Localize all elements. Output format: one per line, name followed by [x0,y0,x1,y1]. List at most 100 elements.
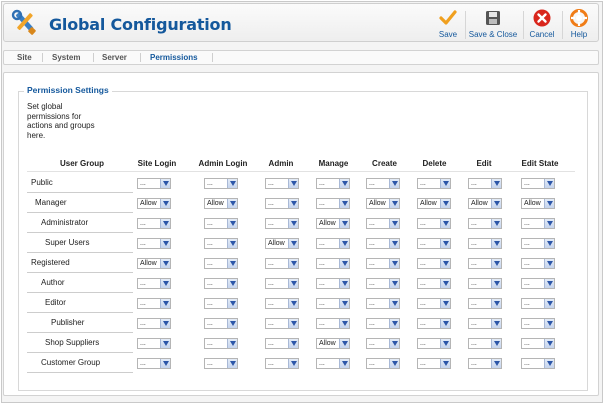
permission-select[interactable]: ... [204,238,238,249]
permission-select[interactable]: Allow [417,198,451,209]
permission-select[interactable]: ... [137,298,171,309]
permission-select[interactable]: ... [265,178,299,189]
permission-select[interactable]: ... [316,278,350,289]
tab-site[interactable]: Site [17,51,32,64]
permission-select[interactable]: ... [417,238,451,249]
permission-select[interactable]: ... [417,318,451,329]
permission-select[interactable]: ... [521,258,555,269]
permission-select[interactable]: Allow [316,338,350,349]
permission-select[interactable]: ... [417,298,451,309]
permission-select[interactable]: ... [521,338,555,349]
permission-select[interactable]: ... [521,218,555,229]
permission-select[interactable]: ... [521,298,555,309]
permission-select[interactable]: ... [265,218,299,229]
permission-select[interactable]: ... [366,258,400,269]
permission-select[interactable]: ... [468,258,502,269]
permission-select[interactable]: ... [417,358,451,369]
permission-select[interactable]: ... [521,358,555,369]
permission-select[interactable]: ... [468,238,502,249]
permission-select[interactable]: ... [316,238,350,249]
permission-select[interactable]: ... [265,358,299,369]
permission-select[interactable]: ... [316,318,350,329]
permission-select[interactable]: ... [468,218,502,229]
permission-select[interactable]: ... [468,358,502,369]
permission-select[interactable]: ... [468,178,502,189]
chevron-down-icon [339,359,349,368]
permission-select[interactable]: ... [204,318,238,329]
chevron-down-icon [440,339,450,348]
tab-permissions[interactable]: Permissions [150,51,198,64]
permission-select[interactable]: ... [265,258,299,269]
permission-select[interactable]: ... [468,338,502,349]
permission-select-value: ... [524,280,530,287]
permission-select-value: ... [471,360,477,367]
permission-select[interactable]: ... [265,198,299,209]
permission-select-value: Allow [140,260,157,267]
permission-select[interactable]: ... [316,358,350,369]
tab-system[interactable]: System [52,51,80,64]
permission-select[interactable]: ... [417,278,451,289]
group-row: Administrator [27,213,133,233]
permission-select[interactable]: ... [204,218,238,229]
permission-select[interactable]: ... [366,238,400,249]
permission-select[interactable]: ... [137,318,171,329]
permission-select[interactable]: ... [204,298,238,309]
chevron-down-icon [440,259,450,268]
save-button[interactable]: Save [434,9,462,41]
permission-select[interactable]: ... [265,278,299,289]
chevron-down-icon [339,179,349,188]
permission-select[interactable]: ... [137,358,171,369]
permission-select[interactable]: ... [417,178,451,189]
permission-select[interactable]: ... [366,218,400,229]
permission-select[interactable]: ... [521,238,555,249]
permission-select[interactable]: ... [417,218,451,229]
permission-select[interactable]: ... [204,358,238,369]
permission-select[interactable]: Allow [316,218,350,229]
permission-select[interactable]: ... [265,338,299,349]
permission-select[interactable]: ... [137,338,171,349]
help-button[interactable]: Help [567,9,591,41]
permission-select[interactable]: ... [265,298,299,309]
permission-select-value: ... [319,260,325,267]
cancel-button[interactable]: Cancel [527,9,557,41]
permission-select[interactable]: ... [366,298,400,309]
permission-select[interactable]: Allow [468,198,502,209]
permission-select[interactable]: ... [468,318,502,329]
permission-select[interactable]: ... [366,318,400,329]
permission-select[interactable]: ... [316,198,350,209]
permission-select[interactable]: ... [316,178,350,189]
permission-select[interactable]: ... [366,338,400,349]
permission-select[interactable]: Allow [137,258,171,269]
permission-select[interactable]: ... [521,318,555,329]
permission-select[interactable]: ... [417,338,451,349]
permission-select[interactable]: ... [417,258,451,269]
permission-select[interactable]: ... [366,278,400,289]
permission-select[interactable]: ... [137,238,171,249]
permission-select[interactable]: ... [316,258,350,269]
permission-select[interactable]: Allow [137,198,171,209]
permission-select[interactable]: Allow [265,238,299,249]
permission-select-value: ... [524,180,530,187]
permission-select[interactable]: Allow [366,198,400,209]
save-and-close-button[interactable]: Save & Close [467,9,519,41]
permission-select[interactable]: ... [521,278,555,289]
permission-select[interactable]: ... [521,178,555,189]
permission-select[interactable]: ... [366,358,400,369]
permission-select[interactable]: Allow [204,198,238,209]
permission-select[interactable]: ... [265,318,299,329]
permission-select[interactable]: ... [204,278,238,289]
permission-select[interactable]: ... [316,298,350,309]
permission-select[interactable]: ... [366,178,400,189]
permission-select[interactable]: Allow [521,198,555,209]
chevron-down-icon [491,339,501,348]
permission-select[interactable]: ... [137,278,171,289]
permission-select[interactable]: ... [204,178,238,189]
permission-select[interactable]: ... [204,258,238,269]
permission-select[interactable]: ... [137,218,171,229]
tab-server[interactable]: Server [102,51,127,64]
permission-select[interactable]: ... [204,338,238,349]
permission-select[interactable]: ... [468,298,502,309]
permission-select[interactable]: ... [137,178,171,189]
user-group-label: Editor [45,298,66,307]
permission-select[interactable]: ... [468,278,502,289]
